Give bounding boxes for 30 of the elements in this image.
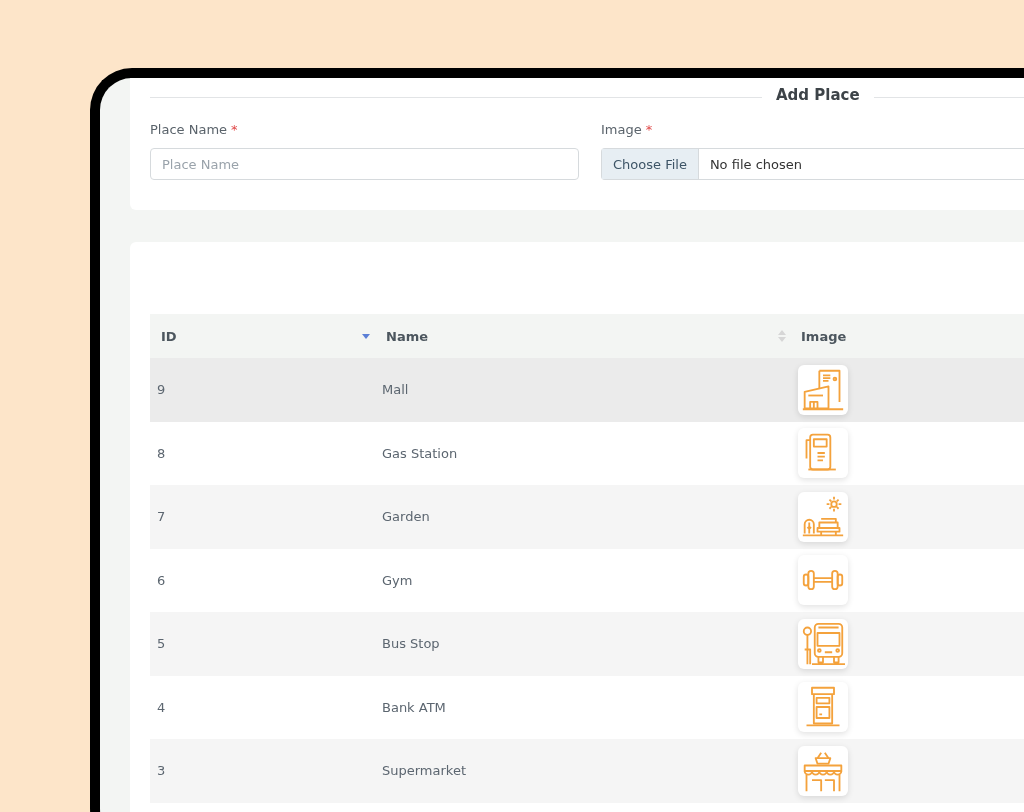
table-cell-text: 9: [156, 382, 167, 398]
column-header[interactable]: ID: [150, 328, 375, 344]
table-cell-text: Bus Stop: [381, 636, 441, 652]
mall-icon: [801, 367, 845, 412]
table-cell-text: Bank ATM: [381, 699, 447, 715]
park-bench-icon: [801, 494, 845, 539]
required-mark: *: [645, 121, 653, 139]
file-name: No file chosen: [708, 156, 802, 172]
choose-file-button[interactable]: Choose File: [602, 149, 699, 179]
field-label: Image: [601, 121, 642, 139]
table-cell-text: Supermarket: [381, 763, 467, 779]
form-title: Add Place: [775, 86, 861, 104]
table-cell-text: Gym: [381, 572, 414, 588]
column-header[interactable]: Name: [375, 328, 790, 344]
bus-stop-icon: [801, 621, 845, 666]
table-cell-text: Mall: [381, 382, 410, 398]
required-mark: *: [231, 121, 238, 139]
input-field[interactable]: Place Name: [150, 148, 579, 180]
table-cell-text: Garden: [381, 509, 431, 525]
table-cell-text: 5: [156, 636, 167, 652]
field-label: Place Name: [150, 121, 228, 139]
table-cell-text: Gas Station: [381, 445, 459, 461]
table-cell-text: 3: [156, 763, 167, 779]
sort-down-icon[interactable]: [362, 334, 370, 340]
file-field[interactable]: Choose File No file chosen: [601, 148, 1024, 180]
table-cell-text: 8: [156, 445, 167, 461]
table-cell-text: 7: [156, 509, 167, 525]
table-cell-text: 6: [156, 572, 167, 588]
table-cell-text: 4: [156, 699, 167, 715]
column-header[interactable]: Image: [790, 328, 1024, 344]
